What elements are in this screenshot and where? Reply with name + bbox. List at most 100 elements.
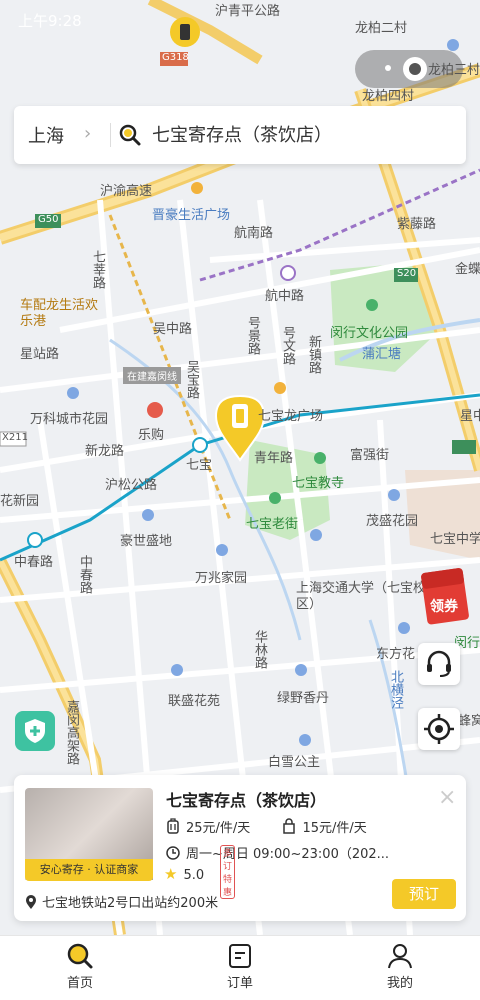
orders-icon <box>229 944 251 968</box>
opening-hours: 周一~周日 09:00~23:00（202... <box>186 847 390 862</box>
map-label: 吴宝路 <box>184 360 199 399</box>
metro-station-label[interactable]: 七宝 <box>186 454 212 473</box>
map-label: 星中 <box>460 409 480 424</box>
luggage-icon <box>166 818 180 834</box>
road-shield-label: S20 <box>397 268 417 279</box>
status-time: 上午9:28 <box>18 12 82 30</box>
map-label: 龙柏三村 <box>428 63 480 78</box>
map-label: 号景路 <box>245 316 260 355</box>
metro-station-label[interactable]: 中春路 <box>14 551 53 570</box>
road-shield-label: X211 <box>2 432 28 443</box>
tab-home[interactable]: 首页 <box>40 942 120 991</box>
map-label: 龙柏四村 <box>362 89 415 104</box>
search-icon <box>67 943 93 969</box>
address-row: 七宝地铁站2号口出站约200米 <box>26 892 218 911</box>
map-label: 新龙路 <box>85 444 125 459</box>
map-label: 星站路 <box>20 347 60 362</box>
map-label: 乐购 <box>138 428 165 443</box>
map-label: 七宝老街 <box>246 517 299 532</box>
search-bar[interactable]: 上海 › 七宝寄存点（茶饮店） <box>14 106 466 164</box>
close-miniapp-icon[interactable] <box>403 57 427 81</box>
map-label: 北横泾 <box>388 670 403 709</box>
map-label: 在建嘉闵线 <box>123 367 181 384</box>
map-label: 七宝教寺 <box>292 476 345 491</box>
map-label: 航中路 <box>265 289 305 304</box>
tab-label: 订单 <box>226 976 253 991</box>
map-label: 龙柏二村 <box>355 21 408 36</box>
map-label: 联盛花苑 <box>168 694 221 709</box>
map-label: 嘉闵高架路 <box>64 700 79 765</box>
price-bag: 15元/件/天 <box>302 821 367 836</box>
chevron-right-icon[interactable]: › <box>84 123 91 144</box>
map-label: 七宝龙广场 <box>258 409 324 424</box>
safety-shield-button[interactable] <box>15 711 55 751</box>
bag-icon <box>282 818 296 834</box>
clock-icon <box>166 846 180 860</box>
road-shield-label: G50 <box>38 214 59 225</box>
book-button[interactable]: 预订 <box>392 879 456 909</box>
rating-row: ★ 5.0 多订特惠 <box>164 845 236 899</box>
discount-tag: 多订特惠 <box>220 845 236 899</box>
map-label: 号文路 <box>280 326 295 365</box>
more-dots-icon[interactable] <box>385 65 391 71</box>
map-label: 七宝中学 <box>430 532 480 547</box>
customer-service-button[interactable] <box>418 643 460 685</box>
price-row: 25元/件/天 15元/件/天 <box>166 817 367 836</box>
map-label: 紫藤路 <box>397 217 437 232</box>
bottom-tab-bar: 首页 订单 我的 <box>0 935 480 1000</box>
city-selector[interactable]: 上海 <box>28 122 64 148</box>
locate-icon <box>424 714 454 744</box>
hours-row: 周一~周日 09:00~23:00（202... <box>166 843 389 862</box>
tab-label: 首页 <box>66 976 93 991</box>
location-pin-icon <box>26 895 36 909</box>
locate-me-button[interactable] <box>418 708 460 750</box>
road-shield-label: G318 <box>162 52 189 63</box>
map-label: 蜂窝 <box>458 714 480 729</box>
map-label: 华林路 <box>252 630 267 669</box>
map-label: 茂盛花园 <box>366 514 419 529</box>
tab-profile[interactable]: 我的 <box>360 942 440 991</box>
user-icon <box>388 944 412 969</box>
map-label: 白雪公主 <box>268 755 321 770</box>
map-label: 车配龙生活欢乐港 <box>20 298 99 329</box>
map-label: 闵行文化公园 <box>330 326 409 341</box>
map-label: 豪世盛地 <box>120 534 173 549</box>
store-title: 七宝寄存点（茶饮店） <box>166 791 327 810</box>
storage-marker-small[interactable] <box>170 17 200 47</box>
map-label: 金蝶 <box>455 262 480 277</box>
tab-label: 我的 <box>386 976 413 991</box>
map-label: 航南路 <box>234 226 274 241</box>
certified-badge: 安心寄存 · 认证商家 <box>25 859 153 881</box>
search-icon[interactable] <box>118 123 142 151</box>
coupon-button[interactable]: 领券 <box>420 566 474 626</box>
map-label: 沪松公路 <box>105 478 158 493</box>
map-label: 新镇路 <box>306 335 321 374</box>
map-label: 万科城市花园 <box>30 412 109 427</box>
map-label: 花新园 <box>0 494 40 509</box>
map-label: 蒲汇塘 <box>362 347 402 362</box>
map-label: 晋豪生活广场 <box>152 208 231 223</box>
close-icon[interactable]: × <box>438 785 456 810</box>
map-label: 沪渝高速 <box>100 184 153 199</box>
headset-icon <box>427 650 451 677</box>
address-text: 七宝地铁站2号口出站约200米 <box>42 896 219 911</box>
map-label: 上海交通大学（七宝校区） <box>296 581 427 612</box>
map-label: 七莘路 <box>90 250 105 289</box>
search-query[interactable]: 七宝寄存点（茶饮店） <box>152 121 332 147</box>
map-label: 吴中路 <box>153 322 193 337</box>
map-label: 青年路 <box>254 451 294 466</box>
map-label: 中春路 <box>77 555 92 594</box>
storage-info-card[interactable]: 安心寄存 · 认证商家 七宝寄存点（茶饮店） × 25元/件/天 15元/件/天… <box>14 775 466 921</box>
divider <box>110 123 111 147</box>
map-label: 绿野香丹 <box>277 691 330 706</box>
map-label: 东方花 <box>376 647 416 662</box>
map-label: 沪青平公路 <box>215 4 281 19</box>
map-label: 富强街 <box>350 448 390 463</box>
map-label: 万兆家园 <box>195 571 248 586</box>
star-icon: ★ <box>164 865 178 883</box>
price-luggage: 25元/件/天 <box>186 821 251 836</box>
tab-orders[interactable]: 订单 <box>200 942 280 991</box>
coupon-label: 领券 <box>430 599 458 615</box>
shield-plus-icon <box>25 719 45 743</box>
rating-value: 5.0 <box>183 868 205 883</box>
